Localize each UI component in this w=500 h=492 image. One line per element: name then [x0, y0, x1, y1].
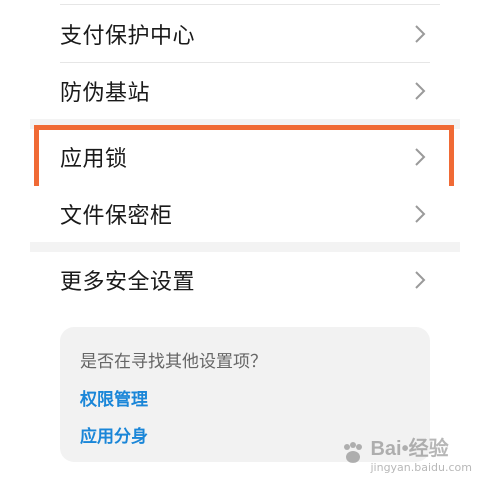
top-divider — [60, 4, 440, 5]
watermark-url: jingyan.baidu.com — [370, 461, 472, 474]
settings-item-label: 应用锁 — [60, 147, 128, 172]
chevron-right-icon — [410, 270, 430, 290]
chevron-right-icon — [410, 24, 430, 44]
suggestion-question: 是否在寻找其他设置项？ — [80, 352, 267, 372]
link-permission-management[interactable]: 权限管理 — [80, 385, 148, 410]
settings-item-payment-protection[interactable]: 支付保护中心 — [30, 6, 460, 62]
chevron-right-icon — [410, 147, 430, 167]
settings-item-anti-fake-base-station[interactable]: 防伪基站 — [30, 63, 460, 119]
settings-item-more-security[interactable]: 更多安全设置 — [30, 252, 460, 308]
baidu-jingyan-watermark: Bai•经验 jingyan.baidu.com — [340, 432, 472, 474]
chevron-right-icon — [410, 81, 430, 101]
paw-icon — [344, 442, 363, 463]
link-app-clone[interactable]: 应用分身 — [80, 422, 148, 447]
settings-item-label: 支付保护中心 — [60, 24, 196, 49]
settings-item-label: 更多安全设置 — [60, 270, 196, 295]
group-separator — [30, 119, 460, 129]
settings-item-app-lock[interactable]: 应用锁 — [30, 129, 460, 185]
group-separator — [30, 242, 460, 252]
chevron-right-icon — [410, 204, 430, 224]
settings-item-label: 防伪基站 — [60, 81, 151, 106]
settings-item-file-safe[interactable]: 文件保密柜 — [30, 186, 460, 242]
watermark-brand: Bai•经验 — [370, 438, 449, 460]
settings-item-label: 文件保密柜 — [60, 204, 173, 229]
